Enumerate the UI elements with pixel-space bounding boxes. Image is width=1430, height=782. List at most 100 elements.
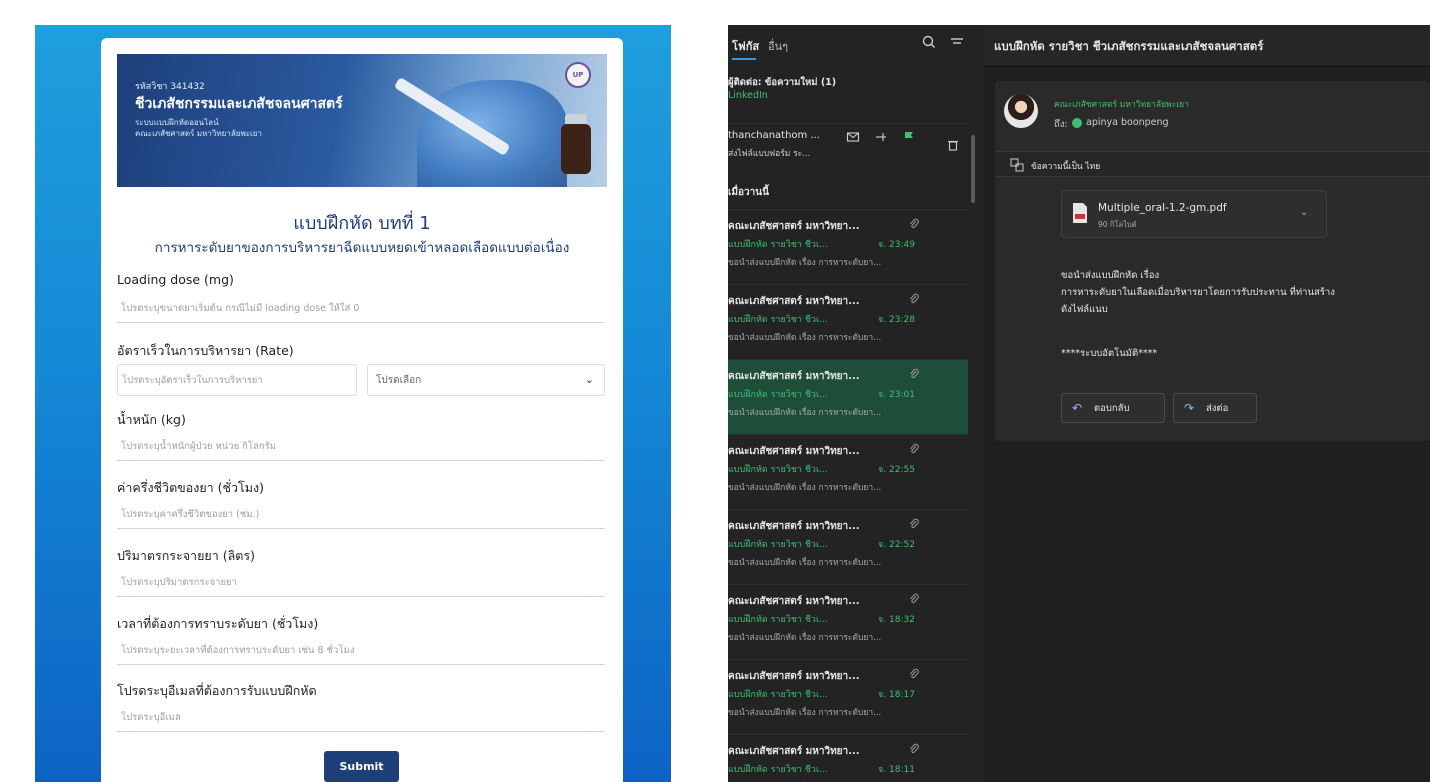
message-body-line: ดังไฟล์แนบ bbox=[1061, 304, 1108, 315]
email-label: โปรดระบุอีเมลที่ต้องการรับแบบฝึกหัด bbox=[117, 683, 317, 698]
banner-logo-caption bbox=[477, 66, 557, 80]
attachment-icon bbox=[910, 668, 919, 679]
loading-dose-input[interactable] bbox=[117, 295, 605, 323]
attachment-icon bbox=[910, 218, 919, 229]
linkedin-notification-title: ผู้ติดต่อ: ข้อความใหม่ (1) bbox=[728, 77, 837, 88]
message-sender: คณะเภสัชศาสตร์ มหาวิทยา... bbox=[728, 596, 860, 607]
reply-button-label: ตอบกลับ bbox=[1094, 402, 1130, 414]
volume-label: ปริมาตรกระจายยา (ลิตร) bbox=[117, 548, 255, 563]
attachment-name: Multiple_oral-1.2-gm.pdf bbox=[1098, 202, 1227, 214]
chevron-down-icon: ⌄ bbox=[584, 373, 594, 386]
message-preview: ขอนำส่งแบบฝึกหัด เรื่อง การหาระดับยา... bbox=[728, 633, 882, 643]
email-input[interactable] bbox=[117, 704, 605, 732]
message-preview: ขอนำส่งแบบฝึกหัด เรื่อง การหาระดับยา... bbox=[728, 708, 882, 718]
weight-input[interactable] bbox=[117, 433, 605, 461]
forward-button[interactable]: ↷ ส่งต่อ bbox=[1173, 393, 1257, 423]
half-life-input[interactable] bbox=[117, 501, 605, 529]
translate-icon bbox=[1010, 158, 1024, 172]
attachment-icon bbox=[910, 368, 919, 379]
message-body-signature: ****ระบบอัตโนมัติ**** bbox=[1061, 348, 1158, 359]
chevron-down-icon[interactable]: ⌄ bbox=[1300, 207, 1308, 218]
sender-avatar bbox=[1004, 94, 1038, 128]
message-sender: คณะเภสัชศาสตร์ มหาวิทยา... bbox=[728, 446, 860, 457]
message-body-line: ขอนำส่งแบบฝึกหัด เรื่อง bbox=[1061, 270, 1160, 281]
pin-icon[interactable] bbox=[874, 130, 888, 144]
message-sender: คณะเภสัชศาสตร์ มหาวิทยา... bbox=[728, 296, 860, 307]
message-preview: ขอนำส่งแบบฝึกหัด เรื่อง การหาระดับยา... bbox=[728, 483, 882, 493]
flag-icon[interactable] bbox=[902, 130, 916, 144]
attachment-card[interactable]: Multiple_oral-1.2-gm.pdf 90 กิโลไบต์ ⌄ bbox=[1061, 190, 1327, 238]
rate-unit-select[interactable]: โปรดเลือก ⌄ bbox=[367, 364, 605, 396]
pinned-message-sender: thanchanathom ... bbox=[728, 130, 820, 141]
trash-icon[interactable] bbox=[946, 138, 960, 152]
message-subject-snippet: แบบฝึกหัด รายวิชา ชีวเ... bbox=[728, 315, 828, 325]
message-sender: คณะเภสัชศาสตร์ มหาวิทยา... bbox=[728, 671, 860, 682]
message-time: จ. 23:49 bbox=[878, 240, 915, 250]
presence-dot-icon bbox=[1072, 118, 1082, 128]
pinned-message-item[interactable]: thanchanathom ... ส่งไฟล์แบบฟอร์ม ระ... bbox=[728, 123, 968, 165]
message-list-scrollbar[interactable] bbox=[971, 135, 975, 203]
volume-input[interactable] bbox=[117, 569, 605, 597]
attachment-icon bbox=[910, 293, 919, 304]
message-subject-snippet: แบบฝึกหัด รายวิชา ชีวเ... bbox=[728, 540, 828, 550]
message-time: จ. 18:32 bbox=[878, 615, 915, 625]
reply-button[interactable]: ↶ ตอบกลับ bbox=[1061, 393, 1165, 423]
message-preview: ขอนำส่งแบบฝึกหัด เรื่อง การหาระดับยา... bbox=[728, 558, 882, 568]
message-sender: คณะเภสัชศาสตร์ มหาวิทยา... bbox=[728, 371, 860, 382]
filter-icon[interactable] bbox=[949, 34, 965, 50]
message-preview: ขอนำส่งแบบฝึกหัด เรื่อง การหาระดับยา... bbox=[728, 333, 882, 343]
message-sender: คณะเภสัชศาสตร์ มหาวิทยา... bbox=[728, 746, 860, 757]
message-list: โฟกัส อื่นๆ ผู้ติดต่อ: ข้อความใหม่ (1) L… bbox=[728, 25, 984, 782]
recipient-name[interactable]: apinya boonpeng bbox=[1086, 117, 1169, 128]
linkedin-notification-item[interactable]: ผู้ติดต่อ: ข้อความใหม่ (1) LinkedIn bbox=[728, 71, 968, 111]
tab-focused[interactable]: โฟกัส bbox=[732, 37, 759, 55]
message-list-item[interactable]: คณะเภสัชศาสตร์ มหาวิทยา... แบบฝึกหัด รายว… bbox=[728, 209, 968, 284]
tab-other[interactable]: อื่นๆ bbox=[768, 37, 788, 55]
message-time: จ. 18:17 bbox=[878, 690, 915, 700]
university-logo: UP bbox=[565, 62, 591, 88]
time-label: เวลาที่ต้องการทราบระดับยา (ชั่วโมง) bbox=[117, 616, 319, 631]
message-list-item[interactable]: คณะเภสัชศาสตร์ มหาวิทยา... แบบฝึกหัด รายว… bbox=[728, 434, 968, 509]
message-list-item[interactable]: คณะเภสัชศาสตร์ มหาวิทยา... แบบฝึกหัด รายว… bbox=[728, 509, 968, 584]
message-list-item[interactable]: คณะเภสัชศาสตร์ มหาวิทยา... แบบฝึกหัด รายว… bbox=[728, 284, 968, 359]
reading-pane: แบบฝึกหัด รายวิชา ชีวเภสัชกรรมและเภสัชจล… bbox=[984, 25, 1430, 782]
rate-input[interactable] bbox=[117, 364, 357, 396]
message-subject-snippet: แบบฝึกหัด รายวิชา ชีวเ... bbox=[728, 690, 828, 700]
attachment-icon bbox=[910, 518, 919, 529]
loading-dose-label: Loading dose (mg) bbox=[117, 272, 234, 287]
message-list-item[interactable]: คณะเภสัชศาสตร์ มหาวิทยา... แบบฝึกหัด รายว… bbox=[728, 359, 968, 434]
course-title: ชีวเภสัชกรรมและเภสัชจลนศาสตร์ bbox=[135, 96, 343, 112]
message-list-header: โฟกัส อื่นๆ bbox=[728, 25, 984, 69]
reply-icon: ↶ bbox=[1072, 401, 1083, 415]
form-title: แบบฝึกหัด บทที่ 1 bbox=[293, 213, 431, 234]
message-subject-snippet: แบบฝึกหัด รายวิชา ชีวเ... bbox=[728, 465, 828, 475]
translate-bar: ข้อความนี้เป็น ไทย bbox=[995, 151, 1430, 177]
course-banner: UP รหัสวิชา 341432 ชีวเภสัชกรรมและเภสัชจ… bbox=[117, 54, 607, 187]
message-list-item[interactable]: คณะเภสัชศาสตร์ มหาวิทยา... แบบฝึกหัด รายว… bbox=[728, 659, 968, 734]
time-input[interactable] bbox=[117, 637, 605, 665]
rate-unit-select-value: โปรดเลือก bbox=[376, 374, 422, 386]
recipient-label: ถึง: bbox=[1054, 119, 1068, 130]
screenshot-root: UP รหัสวิชา 341432 ชีวเภสัชกรรมและเภสัชจ… bbox=[0, 0, 1430, 782]
message-sender: คณะเภสัชศาสตร์ มหาวิทยา... bbox=[728, 221, 860, 232]
message-time: จ. 23:01 bbox=[878, 390, 915, 400]
message-time: จ. 22:55 bbox=[878, 465, 915, 475]
form-card: UP รหัสวิชา 341432 ชีวเภสัชกรรมและเภสัชจ… bbox=[101, 38, 623, 782]
message-sender: คณะเภสัชศาสตร์ มหาวิทยา... bbox=[728, 521, 860, 532]
forward-icon: ↷ bbox=[1184, 401, 1195, 415]
half-life-label: ค่าครึ่งชีวิตของยา (ชั่วโมง) bbox=[117, 480, 264, 495]
search-icon[interactable] bbox=[921, 34, 937, 50]
form-subtitle: การหาระดับยาของการบริหารยาฉีดแบบหยดเข้าห… bbox=[154, 240, 570, 256]
message-list-item[interactable]: คณะเภสัชศาสตร์ มหาวิทยา... แบบฝึกหัด รายว… bbox=[728, 584, 968, 659]
message-list-item[interactable]: คณะเภสัชศาสตร์ มหาวิทยา... แบบฝึกหัด รายว… bbox=[728, 734, 968, 782]
submit-button[interactable]: Submit bbox=[324, 751, 399, 782]
attachment-icon bbox=[910, 443, 919, 454]
date-section-header: เมื่อวานนี้ bbox=[728, 187, 769, 198]
sender-name[interactable]: คณะเภสัชศาสตร์ มหาวิทยาลัยพะเยา bbox=[1054, 97, 1189, 111]
pinned-message-subject: ส่งไฟล์แบบฟอร์ม ระ... bbox=[728, 149, 811, 159]
mark-read-icon[interactable] bbox=[846, 130, 860, 144]
banner-subtitle-2: คณะเภสัชศาสตร์ มหาวิทยาลัยพะเยา bbox=[135, 129, 262, 138]
course-code: รหัสวิชา 341432 bbox=[135, 82, 205, 92]
message-time: จ. 23:28 bbox=[878, 315, 915, 325]
message-body-line: การหาระดับยาในเลือดเมื่อบริหารยาโดยการรั… bbox=[1061, 287, 1335, 298]
